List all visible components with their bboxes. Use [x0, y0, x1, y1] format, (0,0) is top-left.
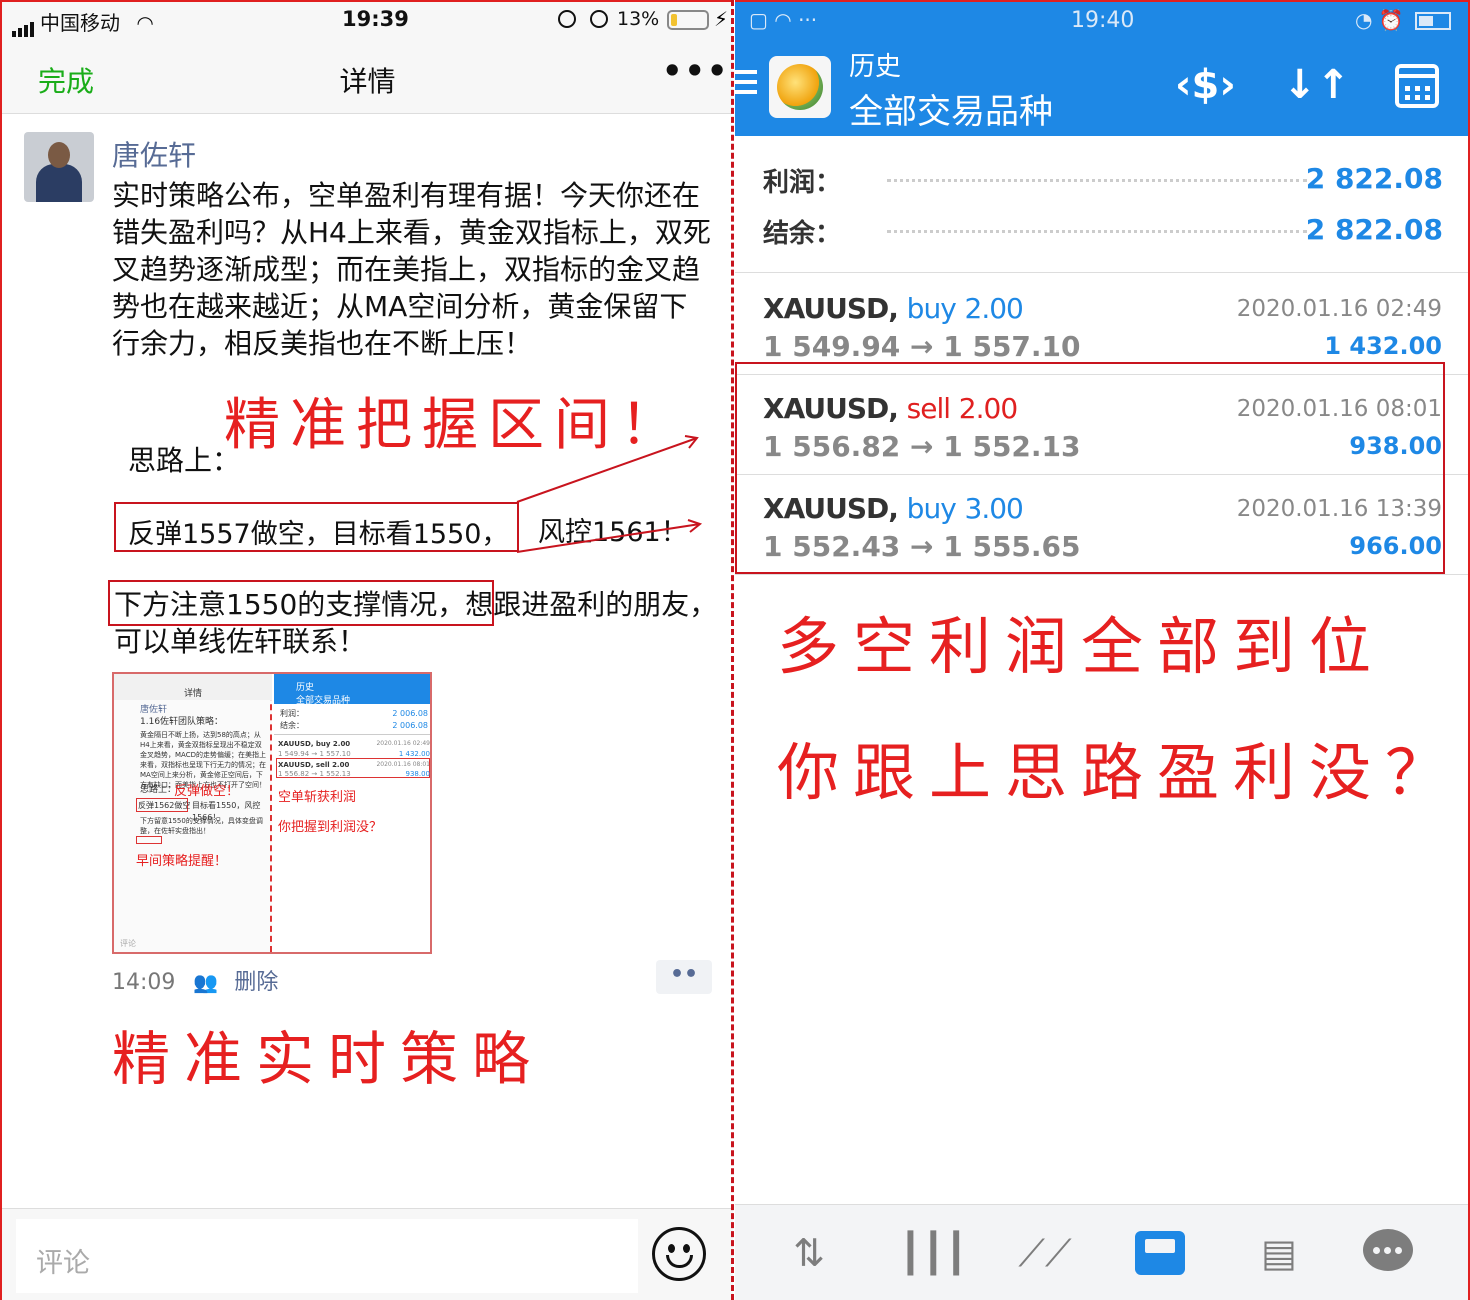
rotation-lock-icon — [558, 10, 576, 28]
author-name[interactable]: 唐佐轩 — [112, 134, 196, 174]
annotation-realtime-strategy: 精准实时策略 — [112, 1025, 545, 1093]
highlight-box-trades — [735, 362, 1445, 574]
symbol-filter[interactable]: 全部交易品种 — [849, 84, 1053, 133]
trade-date: 2020.01.16 02:49 — [1236, 296, 1442, 322]
alarm-icon: ◔ ⏰ — [1355, 8, 1404, 32]
app-header: 历史 全部交易品种 ‹$› ↓↑ — [735, 38, 1468, 136]
avatar[interactable] — [24, 132, 94, 202]
support-note-text: 下方注意1550的支撑情况，想跟进盈利的朋友，可以单线佐轩联系！ — [114, 588, 718, 658]
entry-strategy-text: 反弹1557做空，目标看1550， — [128, 519, 509, 550]
battery-icon — [1415, 12, 1451, 30]
strategy-heading: 思路上： — [128, 444, 241, 477]
thumbnail-right-screen: 历史 全部交易品种 利润： 2 006.08 结余： 2 006.08 XAUUS… — [274, 674, 430, 952]
tab-quotes-icon[interactable]: ⇅ — [781, 1227, 837, 1279]
more-options-button[interactable]: ••• — [662, 52, 729, 90]
profit-value: 2 822.08 — [1305, 162, 1443, 195]
carrier-label: 中国移动 — [40, 11, 120, 35]
charging-icon: ⚡ — [714, 7, 729, 31]
post-meta: 14:09 👥 删除 — [112, 964, 278, 996]
tab-news-icon[interactable]: ▤ — [1251, 1227, 1307, 1279]
comment-input[interactable]: 评论 — [16, 1219, 638, 1293]
comment-bar: 评论 — [2, 1208, 733, 1300]
page-title: 详情 — [339, 65, 396, 98]
trade-profit: 1 432.00 — [1324, 332, 1442, 360]
tab-chart-candles-icon[interactable]: ┃┃┃ — [899, 1227, 968, 1279]
calendar-icon[interactable] — [1395, 64, 1439, 108]
status-bar: 中国移动 ◠ 19:39 13% ⚡ — [2, 2, 733, 38]
battery-icon — [667, 10, 709, 30]
trade-symbol: XAUUSD, — [763, 292, 899, 325]
trade-prices: 1 549.94 → 1 557.10 — [763, 330, 1081, 363]
comment-placeholder: 评论 — [36, 1248, 90, 1279]
status-time: 19:40 — [1071, 8, 1135, 33]
annotation-did-you-follow: 你跟上思路盈利没？ — [777, 736, 1462, 809]
like-comment-button[interactable]: •• — [656, 960, 712, 994]
post-body-text: 实时策略公布，空单盈利有理有据！今天你还在错失盈利吗？从H4上来看，黄金双指标上… — [112, 179, 711, 360]
trade-volume: 2.00 — [964, 292, 1024, 325]
header-title: 历史 — [849, 52, 902, 82]
wifi-icon: ◠ — [136, 11, 154, 35]
status-left-icons: ▢ ◠ ··· — [749, 8, 818, 32]
balance-row: 结余： 2 822.08 — [763, 213, 1443, 253]
battery-percent: 13% — [617, 8, 660, 30]
balance-value: 2 822.08 — [1305, 213, 1443, 246]
nav-bar: 完成 详情 ••• — [2, 38, 733, 114]
profit-row: 利润： 2 822.08 — [763, 162, 1443, 202]
wechat-moment-detail-panel: 中国移动 ◠ 19:39 13% ⚡ 完成 详情 ••• 唐佐轩 实时策略公布，… — [0, 0, 733, 1300]
bottom-tab-bar: ⇅ ┃┃┃ ⟋⟋ ▤ — [735, 1204, 1468, 1300]
thumbnail-left-screen: 详情 唐佐轩 1.16佐轩团队策略： 黄金隔日不断上扬，达到58的高点；从H4上… — [114, 674, 272, 952]
trade-side: buy — [906, 292, 957, 325]
emoji-icon[interactable] — [652, 1227, 706, 1281]
profit-label: 利润： — [763, 168, 842, 198]
status-time: 19:39 — [342, 7, 409, 31]
menu-icon[interactable] — [735, 70, 757, 100]
alarm-icon — [590, 10, 608, 28]
post-time: 14:09 — [112, 970, 176, 995]
signal-icon — [12, 13, 36, 37]
delete-link[interactable]: 删除 — [234, 970, 278, 995]
tab-trade-icon[interactable]: ⟋⟋ — [1017, 1227, 1073, 1279]
highlight-box-entry: 反弹1557做空，目标看1550， — [114, 502, 519, 552]
tab-history-icon[interactable] — [1135, 1231, 1185, 1275]
status-bar: ▢ ◠ ··· 19:40 ◔ ⏰ — [735, 2, 1468, 38]
mt4-history-panel: ▢ ◠ ··· 19:40 ◔ ⏰ 历史 全部交易品种 ‹$› ↓↑ 利润： 2… — [735, 0, 1470, 1300]
post-image-thumbnail[interactable]: 详情 唐佐轩 1.16佐轩团队策略： 黄金隔日不断上扬，达到58的高点；从H4上… — [112, 672, 432, 954]
currency-exchange-icon[interactable]: ‹$› — [1175, 62, 1236, 108]
sort-icon[interactable]: ↓↑ — [1283, 62, 1350, 108]
metatrader-logo — [769, 56, 831, 118]
risk-control-text: 风控1561！ — [538, 517, 688, 548]
screenshot-root: 中国移动 ◠ 19:39 13% ⚡ 完成 详情 ••• 唐佐轩 实时策略公布，… — [0, 0, 1470, 1300]
tab-chat-icon[interactable] — [1363, 1229, 1413, 1271]
balance-label: 结余： — [763, 219, 842, 249]
annotation-profit-all-in: 多空利润全部到位 — [777, 610, 1386, 683]
annotation-precise-range: 精准把握区间！ — [224, 393, 686, 458]
visibility-icon: 👥 — [193, 970, 219, 994]
